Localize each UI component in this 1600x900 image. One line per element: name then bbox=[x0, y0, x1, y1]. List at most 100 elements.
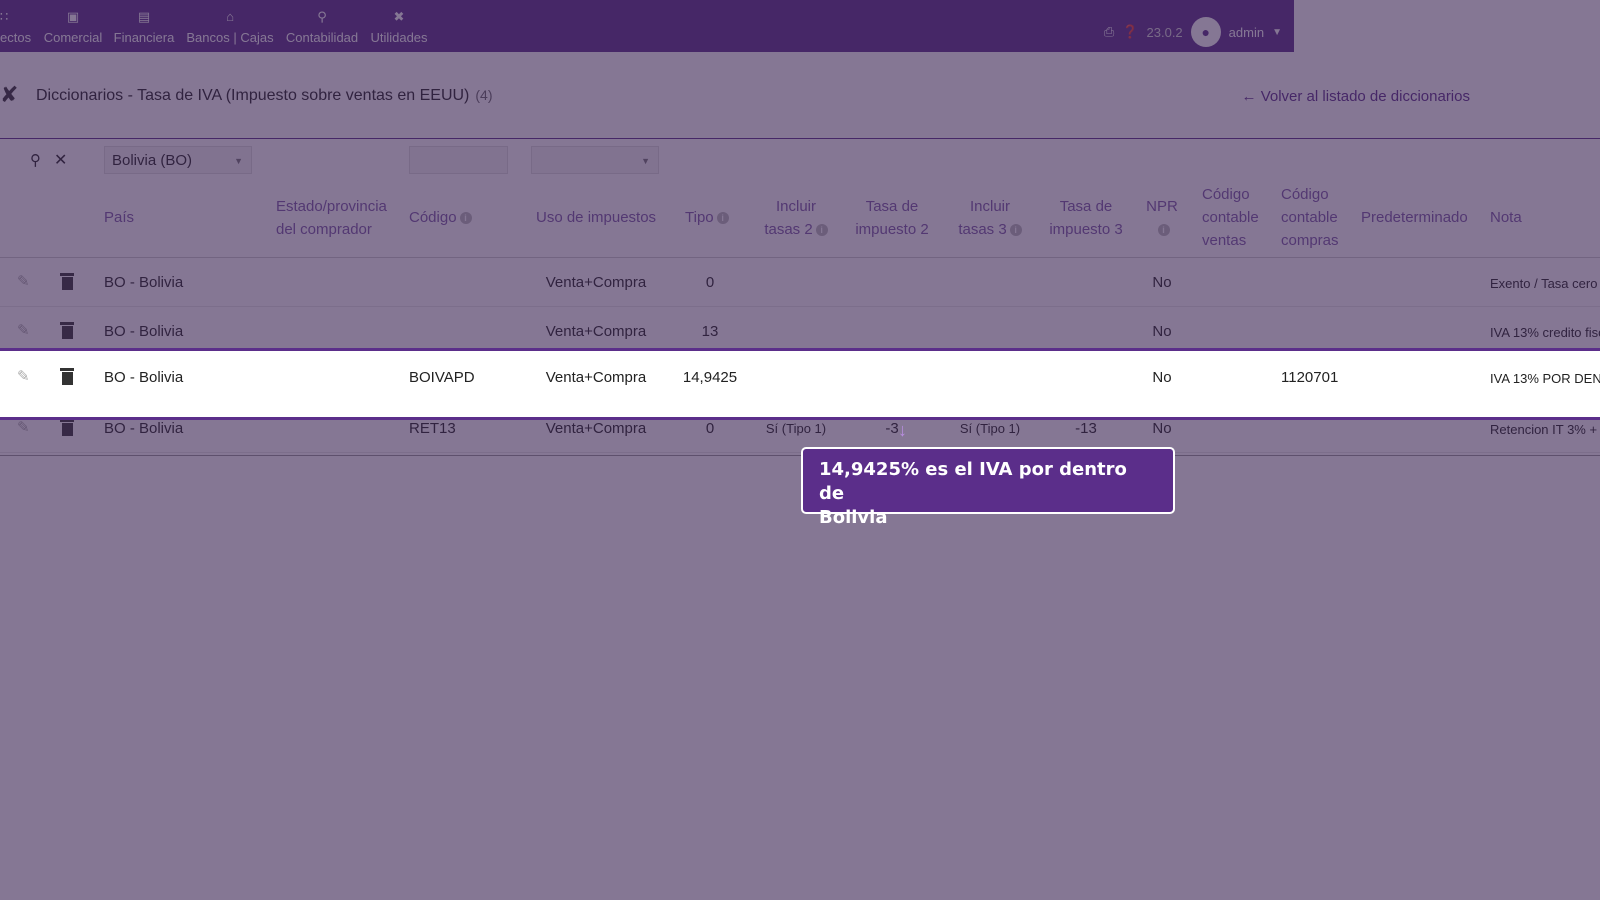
table-header: País Estado/provincia del comprador Códi… bbox=[0, 180, 1600, 258]
briefcase-icon: ▣ bbox=[66, 9, 80, 24]
tour-tooltip[interactable]: 14,9425% es el IVA por dentro de Bolivia bbox=[801, 447, 1175, 528]
search-icon: ⚲ bbox=[317, 9, 327, 24]
cell-pais: BO - Bolivia bbox=[104, 369, 184, 386]
highlighted-row: ✎ BO - Bolivia BOIVAPD Venta+Compra 14,9… bbox=[0, 348, 1600, 420]
page-title-text: Diccionarios - Tasa de IVA (Impuesto sob… bbox=[36, 87, 470, 104]
col-header-pais[interactable]: País bbox=[104, 206, 134, 229]
col-header-incluir2[interactable]: Incluir tasas 2i bbox=[756, 195, 836, 241]
col-header-npr[interactable]: NPR i bbox=[1142, 195, 1182, 241]
version-label: 23.0.2 bbox=[1146, 24, 1183, 40]
bank-icon: ⌂ bbox=[226, 9, 234, 24]
info-icon: i bbox=[1157, 224, 1170, 237]
cell-npr: No bbox=[1152, 420, 1172, 437]
nav-item-contabilidad[interactable]: ⚲ Contabilidad bbox=[285, 8, 359, 45]
cell-uso: Venta+Compra bbox=[545, 369, 647, 386]
arrow-down-icon: ↓ bbox=[898, 420, 907, 440]
usage-filter-select[interactable]: ▼ bbox=[531, 146, 659, 174]
cell-tipo: 13 bbox=[701, 323, 719, 340]
projects-icon: ∷ bbox=[0, 9, 9, 24]
col-header-tasa3[interactable]: Tasa de impuesto 3 bbox=[1044, 195, 1128, 241]
edit-pencil-icon[interactable]: ✎ bbox=[17, 321, 30, 339]
cell-cod-compras: 1120701 bbox=[1281, 369, 1339, 386]
country-filter-value: Bolivia (BO) bbox=[112, 152, 193, 169]
col-header-line: tasas 3 bbox=[958, 221, 1007, 238]
cell-incluir2: Sí (Tipo 1) bbox=[765, 421, 827, 436]
wrench-icon: ✖ bbox=[393, 9, 405, 24]
table-row: ✎ BO - Bolivia Venta+Compra 0 No Exento … bbox=[0, 259, 1600, 307]
cell-uso: Venta+Compra bbox=[545, 420, 647, 437]
search-icon[interactable]: ⚲ bbox=[30, 151, 41, 169]
col-header-cod-ventas[interactable]: Código contable ventas bbox=[1202, 183, 1259, 252]
back-link-label: Volver al listado de diccionarios bbox=[1260, 88, 1470, 105]
nav-item-bancos[interactable]: ⌂ Bancos | Cajas bbox=[186, 8, 274, 45]
col-header-line: Tasa de bbox=[865, 198, 919, 215]
col-header-nota[interactable]: Nota bbox=[1490, 206, 1522, 229]
info-icon: i bbox=[815, 224, 828, 237]
delete-trash-icon[interactable] bbox=[58, 367, 76, 387]
nav-item-comercial[interactable]: ▣ Comercial bbox=[43, 8, 103, 45]
col-header-tasa2[interactable]: Tasa de impuesto 2 bbox=[850, 195, 934, 241]
record-count: (4) bbox=[475, 87, 493, 103]
col-header-line: ventas bbox=[1202, 232, 1247, 249]
user-avatar-icon[interactable]: ● bbox=[1190, 17, 1221, 47]
cell-nota: IVA 13% credito fisc bbox=[1490, 325, 1600, 340]
info-icon: i bbox=[1009, 224, 1022, 237]
cell-pais: BO - Bolivia bbox=[104, 274, 184, 291]
edit-pencil-icon[interactable]: ✎ bbox=[17, 272, 30, 290]
col-header-tipo[interactable]: Tipo i bbox=[685, 206, 729, 229]
page-title: Diccionarios - Tasa de IVA (Impuesto sob… bbox=[36, 87, 493, 105]
cell-nota: Exento / Tasa cero bbox=[1490, 276, 1598, 291]
cell-codigo: BOIVAPD bbox=[409, 369, 475, 386]
cell-pais: BO - Bolivia bbox=[104, 323, 184, 340]
tooltip-text: 14,9425% es el IVA por dentro de bbox=[819, 459, 1127, 504]
close-icon[interactable]: ✕ bbox=[54, 150, 67, 170]
code-filter-input[interactable] bbox=[409, 146, 508, 174]
document-icon: ▤ bbox=[137, 9, 151, 24]
cell-nota: Retencion IT 3% + I bbox=[1490, 422, 1600, 437]
col-header-estado[interactable]: Estado/provincia del comprador bbox=[276, 195, 387, 241]
caret-down-icon: ▼ bbox=[641, 156, 650, 166]
caret-down-icon: ▼ bbox=[234, 156, 243, 166]
user-menu[interactable]: admin bbox=[1229, 25, 1264, 40]
cell-tipo: 0 bbox=[705, 420, 715, 437]
print-icon[interactable]: ⎙ bbox=[1104, 24, 1114, 40]
back-to-dictionaries-link[interactable]: ← Volver al listado de diccionarios bbox=[1242, 88, 1470, 105]
nav-item-financiera[interactable]: ▤ Financiera bbox=[113, 8, 175, 45]
delete-trash-icon[interactable] bbox=[58, 272, 76, 292]
col-header-uso[interactable]: Uso de impuestos bbox=[536, 206, 656, 229]
tooltip-text: Bolivia bbox=[819, 507, 888, 528]
chevron-down-icon[interactable]: ▼ bbox=[1272, 27, 1282, 38]
help-icon[interactable]: ❓ bbox=[1122, 24, 1138, 40]
cell-incluir3: Sí (Tipo 1) bbox=[959, 421, 1021, 436]
col-header-line: Tipo bbox=[685, 209, 714, 226]
nav-label: Utilidades bbox=[370, 30, 428, 45]
edit-pencil-icon[interactable]: ✎ bbox=[17, 418, 30, 436]
nav-item-utilidades[interactable]: ✖ Utilidades bbox=[369, 8, 429, 45]
cell-uso: Venta+Compra bbox=[545, 323, 647, 340]
col-header-line: del comprador bbox=[276, 221, 372, 238]
col-header-incluir3[interactable]: Incluir tasas 3i bbox=[950, 195, 1030, 241]
col-header-predeterminado[interactable]: Predeterminado bbox=[1361, 206, 1468, 229]
edit-pencil-icon[interactable]: ✎ bbox=[17, 367, 30, 385]
nav-label: Financiera bbox=[113, 30, 175, 45]
col-header-line: Tasa de bbox=[1059, 198, 1113, 215]
col-header-line: Código bbox=[1281, 186, 1329, 203]
delete-trash-icon[interactable] bbox=[58, 321, 76, 341]
col-header-line: tasas 2 bbox=[764, 221, 813, 238]
col-header-cod-compras[interactable]: Código contable compras bbox=[1281, 183, 1339, 252]
cell-npr: No bbox=[1152, 274, 1172, 291]
tools-icon: ✘ bbox=[0, 82, 19, 107]
cell-tipo: 14,9425 bbox=[682, 369, 738, 386]
col-header-codigo[interactable]: Código i bbox=[409, 206, 472, 229]
delete-trash-icon[interactable] bbox=[58, 418, 76, 438]
col-header-line: impuesto 3 bbox=[1049, 221, 1123, 238]
nav-item-projects[interactable]: ∷ ectos bbox=[0, 8, 32, 45]
cell-codigo: RET13 bbox=[409, 420, 456, 437]
country-filter-select[interactable]: Bolivia (BO) ▼ bbox=[104, 146, 252, 174]
col-header-line: Estado/provincia bbox=[276, 198, 387, 215]
nav-label: Contabilidad bbox=[285, 30, 359, 45]
cell-npr: No bbox=[1152, 369, 1172, 386]
cell-uso: Venta+Compra bbox=[545, 274, 647, 291]
col-header-line: Código bbox=[409, 209, 457, 226]
cell-pais: BO - Bolivia bbox=[104, 420, 184, 437]
